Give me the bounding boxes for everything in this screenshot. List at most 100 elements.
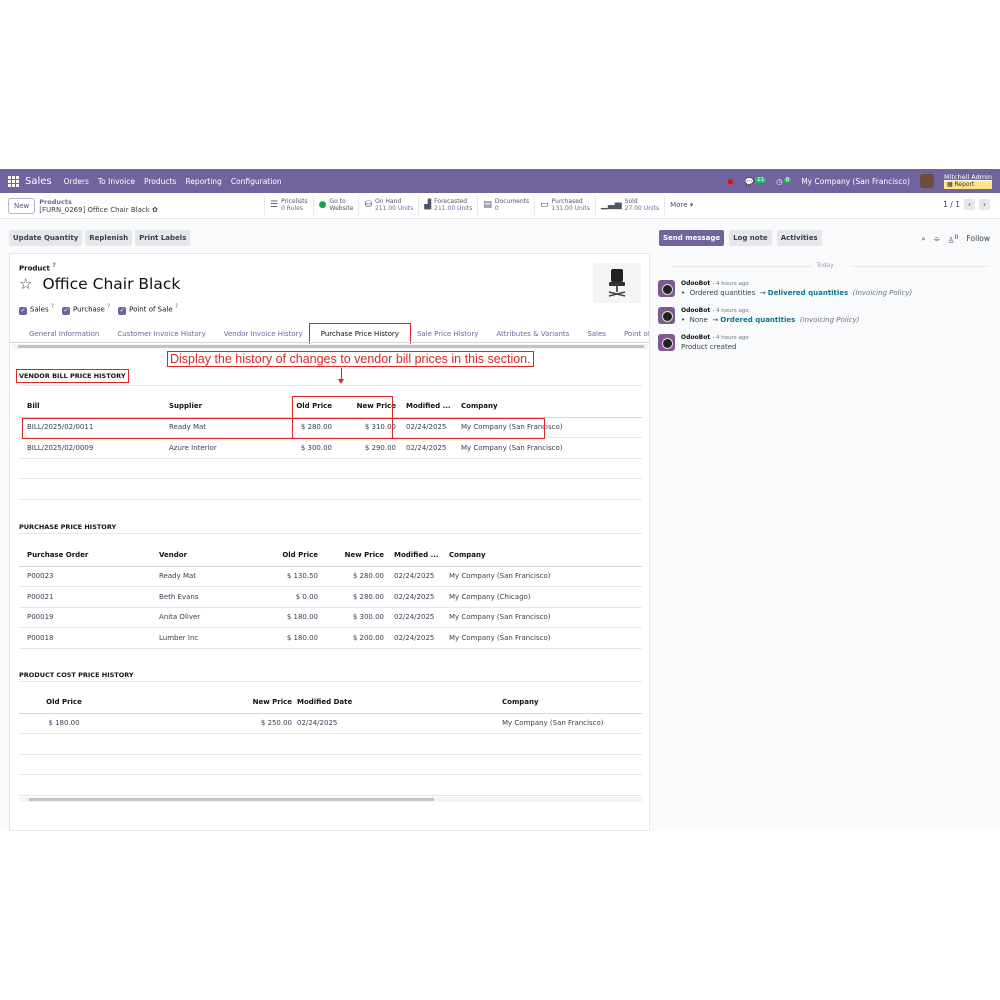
cell-old-price: $ 180.00 <box>19 713 109 734</box>
sales-checkbox[interactable]: ✓ Sales ? <box>19 304 54 316</box>
menu-orders[interactable]: Orders <box>64 177 89 186</box>
notebook-tabs: General Information Customer Invoice His… <box>10 323 649 345</box>
documents-button[interactable]: ▤ Documents 0 <box>477 196 534 215</box>
purchased-button[interactable]: ▭ Purchased 131.00 Units <box>534 196 595 215</box>
odoobot-avatar <box>658 280 675 297</box>
cell-new-price: $ 280.00 <box>326 586 392 608</box>
product-image[interactable] <box>593 263 641 303</box>
tab-sales[interactable]: Sales <box>578 326 615 342</box>
point-of-sale-checkbox[interactable]: ✓ Point of Sale ? <box>118 304 178 316</box>
cell-supplier: Azure Interior <box>161 437 276 459</box>
go-to-website-button[interactable]: ● Go to Website <box>312 196 359 215</box>
col-modified[interactable]: Modified ... <box>392 545 441 567</box>
col-purchase-order[interactable]: Purchase Order <box>19 545 151 567</box>
col-vendor[interactable]: Vendor <box>151 545 259 567</box>
annotation-arrow <box>338 368 344 384</box>
table-row[interactable]: BILL/2025/02/0009 Azure Interior $ 300.0… <box>19 437 642 459</box>
col-company[interactable]: Company <box>494 692 642 714</box>
apps-menu-icon[interactable] <box>8 175 19 187</box>
table-row[interactable]: $ 180.00 $ 250.00 02/24/2025 My Company … <box>19 713 642 734</box>
tracking-line: • Ordered quantities → Delivered quantit… <box>681 289 913 297</box>
messages-icon[interactable]: 💬 11 <box>745 176 767 186</box>
col-old-price[interactable]: Old Price <box>19 692 109 714</box>
log-note-button[interactable]: Log note <box>729 230 772 246</box>
col-supplier[interactable]: Supplier <box>161 396 276 418</box>
odoobot-avatar <box>658 307 675 324</box>
col-modified-date[interactable]: Modified Date <box>294 692 494 714</box>
table-row[interactable]: P00018 Lumber Inc $ 180.00 $ 200.00 02/2… <box>19 627 642 649</box>
tab-vendor-invoice-history[interactable]: Vendor Invoice History <box>215 326 312 342</box>
replenish-button[interactable]: Replenish <box>85 230 133 246</box>
col-company[interactable]: Company <box>453 396 642 418</box>
pager-prev-icon[interactable]: ‹ <box>964 199 975 210</box>
cell-vendor: Lumber Inc <box>151 627 259 649</box>
user-avatar[interactable] <box>919 174 934 188</box>
message-author: OdooBot <box>681 280 711 287</box>
col-new-price[interactable]: New Price <box>326 545 392 567</box>
product-title[interactable]: Office Chair Black <box>42 275 180 293</box>
cell-bill: BILL/2025/02/0009 <box>19 437 161 459</box>
tab-point-of-sale[interactable]: Point of Sale <box>615 326 649 342</box>
message-time: - 4 hours ago <box>712 281 749 287</box>
menu-products[interactable]: Products <box>144 177 176 186</box>
company-switcher[interactable]: My Company (San Francisco) <box>801 177 910 186</box>
col-modified[interactable]: Modified ... <box>404 396 453 418</box>
tab-general-information[interactable]: General Information <box>20 326 108 342</box>
search-icon[interactable]: ⌕ <box>922 234 926 245</box>
area-chart-icon: ▟ <box>424 200 432 211</box>
empty-row <box>19 458 642 479</box>
col-new-price[interactable]: New Price <box>109 692 294 714</box>
menu-configuration[interactable]: Configuration <box>231 177 282 186</box>
breadcrumb-products[interactable]: Products <box>39 198 158 206</box>
menu-to-invoice[interactable]: To Invoice <box>98 177 135 186</box>
pager-value[interactable]: 1 / 1 <box>943 200 960 209</box>
forecasted-button[interactable]: ▟ Forecasted 211.00 Units <box>418 196 477 215</box>
new-button[interactable]: New <box>8 197 36 214</box>
app-brand[interactable]: Sales <box>25 176 52 187</box>
cell-old-price: $ 180.00 <box>259 607 326 628</box>
activities-button[interactable]: Activities <box>776 230 822 246</box>
cell-modified: 02/24/2025 <box>392 627 441 649</box>
message-author: OdooBot <box>681 334 711 341</box>
tab-attributes-variants[interactable]: Attributes & Variants <box>487 326 578 342</box>
empty-row <box>19 478 642 500</box>
sold-button[interactable]: ▁▃▅ Sold 27.00 Units <box>594 196 664 215</box>
on-hand-button[interactable]: ⛁ On Hand 211.00 Units <box>358 196 418 215</box>
table-row[interactable]: P00023 Ready Mat $ 130.50 $ 280.00 02/24… <box>19 566 642 587</box>
paperclip-icon[interactable]: ⌯ <box>934 234 940 245</box>
cell-order: P00018 <box>19 627 151 649</box>
star-icon[interactable]: ☆ <box>19 275 32 293</box>
tab-purchase-price-history[interactable]: Purchase Price History <box>308 323 411 345</box>
pricelists-button[interactable]: ☰ Pricelists 0 Rules <box>264 196 313 215</box>
update-quantity-button[interactable]: Update Quantity <box>9 230 83 246</box>
col-company[interactable]: Company <box>441 545 642 567</box>
col-bill[interactable]: Bill <box>19 396 161 418</box>
cell-new-price: $ 250.00 <box>109 713 294 734</box>
table-header: Old Price New Price Modified Date Compan… <box>19 692 642 714</box>
table-row[interactable]: P00021 Beth Evans $ 0.00 $ 280.00 02/24/… <box>19 586 642 608</box>
more-button[interactable]: More ▾ <box>664 196 698 215</box>
purchase-checkbox[interactable]: ✓ Purchase ? <box>61 304 110 316</box>
col-old-price[interactable]: Old Price <box>259 545 326 567</box>
main-menu: Orders To Invoice Products Reporting Con… <box>64 177 282 186</box>
checked-icon: ✓ <box>19 307 27 316</box>
message-time: - 4 hours ago <box>712 308 749 314</box>
menu-reporting[interactable]: Reporting <box>185 177 221 186</box>
pager-next-icon[interactable]: › <box>979 199 990 210</box>
cell-company: My Company (San Francisco) <box>441 566 642 587</box>
print-labels-button[interactable]: Print Labels <box>135 230 191 246</box>
activities-icon[interactable]: ◷ 8 <box>776 176 792 186</box>
gear-icon[interactable]: ✿ <box>152 206 158 214</box>
table-row[interactable]: P00019 Anita Oliver $ 180.00 $ 300.00 02… <box>19 607 642 628</box>
follow-button[interactable]: Follow <box>966 234 990 245</box>
send-message-button[interactable]: Send message <box>659 230 725 246</box>
followers-icon[interactable]: ♙0 <box>948 234 959 245</box>
user-menu[interactable]: Mitchell Admin ▦ Report <box>943 173 992 189</box>
checked-icon: ✓ <box>118 307 127 316</box>
table-scrollbar[interactable] <box>19 797 642 802</box>
tab-customer-invoice-history[interactable]: Customer Invoice History <box>108 326 214 342</box>
cell-modified-date: 02/24/2025 <box>294 713 494 734</box>
bug-icon[interactable]: 🐞 <box>725 177 734 186</box>
tab-sale-price-history[interactable]: Sale Price History <box>408 326 487 342</box>
tabs-scrollbar[interactable] <box>12 344 648 349</box>
